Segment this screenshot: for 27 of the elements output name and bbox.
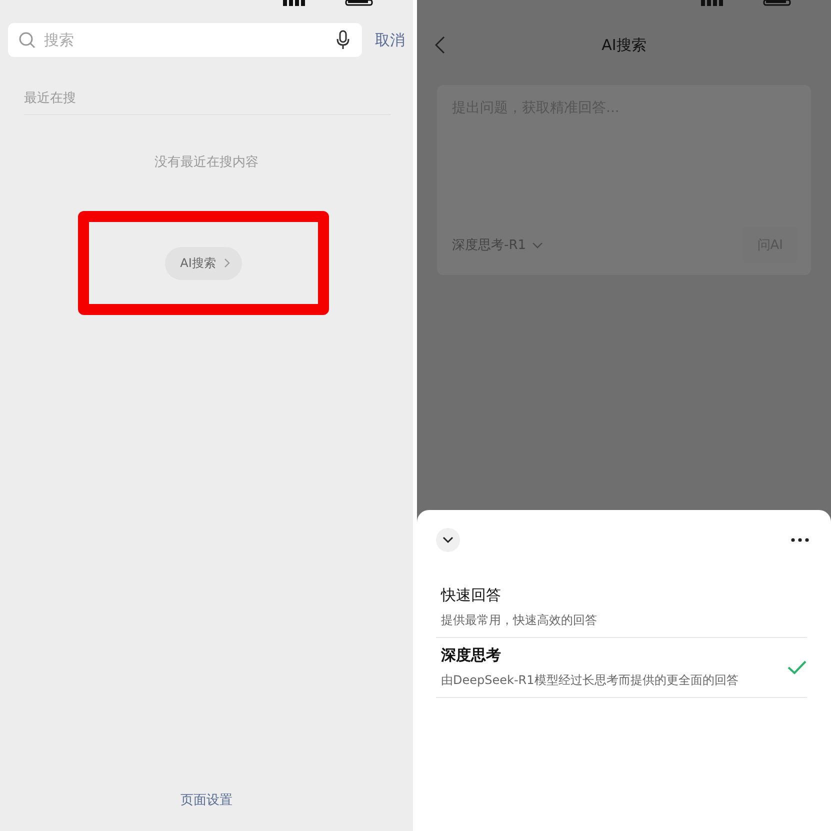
back-icon[interactable] <box>435 36 445 54</box>
chevron-icon <box>224 258 230 268</box>
checkmark-icon <box>787 660 807 675</box>
page-title: AI搜索 <box>602 36 646 54</box>
page-settings-link[interactable]: 页面设置 <box>180 791 232 809</box>
search-field[interactable]: 搜索 <box>42 30 330 50</box>
empty-message: 没有最近在搜内容 <box>154 154 260 171</box>
battery-icon <box>345 0 373 6</box>
battery-icon <box>763 0 791 6</box>
option-title: 深度思考 <box>441 646 502 665</box>
mode-option[interactable]: 快速回答 提供最常用，快速高效的回答 <box>436 578 807 638</box>
signal-icon <box>283 0 305 6</box>
option-description: 提供最常用，快速高效的回答 <box>441 612 597 629</box>
mode-option[interactable]: 深度思考 由DeepSeek-R1模型经过长思考而提供的更全面的回答 <box>436 638 807 698</box>
search-bar[interactable]: 搜索 <box>8 23 362 57</box>
microphone-icon[interactable] <box>336 30 350 50</box>
option-description: 由DeepSeek-R1模型经过长思考而提供的更全面的回答 <box>441 672 738 689</box>
caret-icon <box>532 242 543 248</box>
search-icon <box>18 31 36 49</box>
signal-icon <box>701 0 723 6</box>
collapse-button[interactable] <box>436 528 460 552</box>
ai-search-link[interactable]: AI搜索 <box>165 246 242 280</box>
more-icon[interactable] <box>791 538 809 542</box>
section-heading: 最近在搜 <box>24 90 77 107</box>
option-title: 快速回答 <box>441 586 502 605</box>
chevron-down-icon <box>442 536 454 544</box>
cancel-link[interactable]: 取消 <box>375 30 405 50</box>
